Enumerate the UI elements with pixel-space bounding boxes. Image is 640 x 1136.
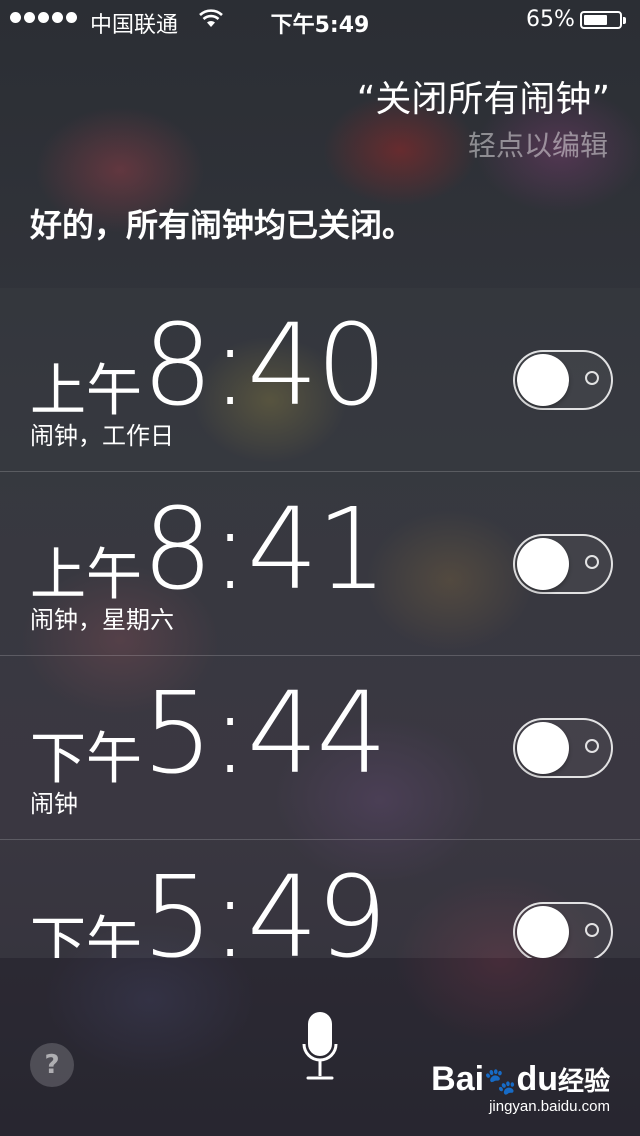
alarm-toggle[interactable] — [513, 534, 613, 594]
help-button[interactable]: ? — [30, 1043, 74, 1087]
alarm-digits: 8:41 — [142, 485, 388, 615]
alarm-row: 上午 8:40 闹钟，工作日 — [0, 288, 640, 472]
siri-response: 好的，所有闹钟均已关闭。 — [30, 206, 415, 244]
battery-percent: 65% — [526, 7, 575, 32]
alarm-row: 上午 8:41 闹钟，星期六 — [0, 472, 640, 656]
alarm-label: 闹钟 — [30, 790, 78, 818]
alarm-digits: 5:49 — [142, 853, 388, 958]
battery-icon — [580, 11, 626, 29]
alarm-period: 下午 — [30, 727, 142, 792]
alarm-time: 上午 8:41 — [30, 485, 388, 615]
alarm-period: 下午 — [30, 911, 142, 959]
watermark-url: jingyan.baidu.com — [489, 1098, 610, 1115]
alarm-digits: 5:44 — [142, 669, 388, 799]
microphone-icon[interactable] — [300, 1010, 340, 1084]
alarm-toggle[interactable] — [513, 902, 613, 958]
alarm-row: 下午 5:49 — [0, 840, 640, 958]
alarm-list: 上午 8:40 闹钟，工作日 上午 8:41 闹钟，星期六 下午 5:44 闹钟… — [0, 288, 640, 958]
baidu-logo: Bai🐾du经验 — [431, 1060, 610, 1098]
alarm-time: 下午 5:44 — [30, 669, 388, 799]
tap-to-edit-hint[interactable]: 轻点以编辑 — [468, 124, 608, 164]
alarm-digits: 8:40 — [142, 301, 388, 431]
baidu-jingyan-watermark: Bai🐾du经验 jingyan.baidu.com — [431, 1062, 610, 1115]
alarm-time: 上午 8:40 — [30, 301, 388, 431]
alarm-period: 上午 — [30, 359, 142, 424]
siri-query[interactable]: “关闭所有闹钟” — [357, 70, 610, 122]
alarm-label: 闹钟，星期六 — [30, 606, 174, 634]
alarm-period: 上午 — [30, 543, 142, 608]
alarm-label: 闹钟，工作日 — [30, 422, 174, 450]
alarm-toggle[interactable] — [513, 350, 613, 410]
status-bar: 中国联通 下午5:49 65% — [0, 0, 640, 40]
alarm-time: 下午 5:49 — [30, 853, 388, 959]
paw-icon: 🐾 — [484, 1066, 517, 1096]
alarm-toggle[interactable] — [513, 718, 613, 778]
alarm-row: 下午 5:44 闹钟 — [0, 656, 640, 840]
